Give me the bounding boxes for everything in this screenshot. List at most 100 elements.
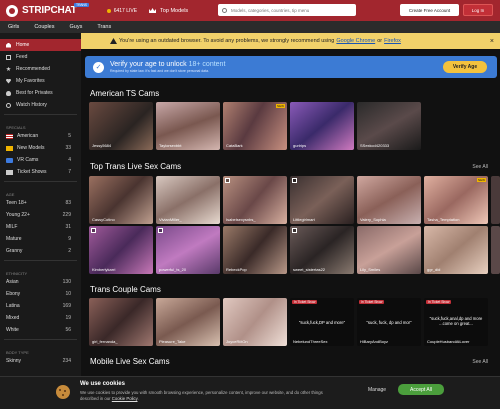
sidebar-item-new-models[interactable]: New Models 33 bbox=[0, 142, 81, 154]
cam-thumbnail[interactable]: Littlegirlmart bbox=[290, 176, 354, 224]
sidebar-item-best-privates[interactable]: Best for Privates bbox=[0, 87, 81, 99]
cam-thumbnail[interactable]: Jessy5684 bbox=[89, 102, 153, 150]
model-name: girl_fernanda_ bbox=[92, 339, 118, 344]
create-account-button[interactable]: Create Free Account bbox=[400, 4, 459, 16]
cam-thumbnail[interactable]: Valery_Sophia bbox=[357, 176, 421, 224]
ticket-show-card[interactable]: In Ticket Show "suck,fuck,DP and more" Neb… bbox=[290, 298, 354, 346]
sidebar-item-favorites[interactable]: My Favorites bbox=[0, 75, 81, 87]
cam-thumbnail[interactable]: Taylorsexbbt bbox=[156, 102, 220, 150]
category-trans[interactable]: Trans bbox=[97, 24, 111, 30]
login-button[interactable]: Log In bbox=[463, 4, 493, 16]
sidebar-item-skinny[interactable]: Skinny 234 bbox=[0, 355, 81, 367]
sidebar-item-asian[interactable]: Asian 130 bbox=[0, 276, 81, 288]
category-guys[interactable]: Guys bbox=[70, 24, 83, 30]
chrome-link[interactable]: Google Chrome bbox=[336, 38, 375, 44]
sidebar-item-label: Skinny bbox=[6, 358, 22, 364]
sidebar-item-count: 19 bbox=[65, 315, 71, 321]
cam-thumbnail[interactable]: RebeckPop bbox=[223, 226, 287, 274]
model-name: sweet_sistertas22 bbox=[293, 267, 326, 272]
sidebar-item-american[interactable]: American 5 bbox=[0, 130, 81, 142]
hd-icon bbox=[292, 178, 297, 183]
sidebar-item-mixed[interactable]: Mixed 19 bbox=[0, 312, 81, 324]
cam-thumbnail[interactable]: SSexkcd420333 bbox=[357, 102, 421, 150]
cam-thumbnail[interactable]: JoyceRiitOn bbox=[223, 298, 287, 346]
cookie-banner: We use cookies We use cookies to provide… bbox=[0, 376, 500, 409]
sidebar-item-label: Asian bbox=[6, 279, 19, 285]
cam-thumbnail[interactable]: VivianMiller_ bbox=[156, 176, 220, 224]
see-all-top-link[interactable]: See All bbox=[472, 164, 488, 170]
cam-thumbnail[interactable]: CassyCotino bbox=[89, 176, 153, 224]
sidebar-item-granny[interactable]: Granny 2 bbox=[0, 245, 81, 257]
sidebar-item-feed[interactable]: Feed bbox=[0, 51, 81, 63]
cam-thumbnail[interactable]: Lily_Smiles bbox=[357, 226, 421, 274]
firefox-link[interactable]: Firefox bbox=[384, 38, 401, 44]
cam-thumbnail[interactable]: NEW Tasha_Temptation bbox=[424, 176, 488, 224]
verify-title-highlight: 18+ content bbox=[188, 61, 226, 68]
new-badge: NEW bbox=[477, 178, 486, 182]
cookie-accept-button[interactable]: Accept All bbox=[398, 384, 444, 395]
see-all-mobile-link[interactable]: See All bbox=[472, 359, 488, 365]
category-girls[interactable]: Girls bbox=[8, 24, 19, 30]
close-icon[interactable]: × bbox=[490, 38, 494, 45]
sidebar-item-home[interactable]: Home bbox=[0, 39, 81, 51]
sidebar-item-vr-cams[interactable]: VR Cams 4 bbox=[0, 154, 81, 166]
sidebar-item-label: Teen 18+ bbox=[6, 200, 27, 206]
sidebar-item-mature[interactable]: Mature 9 bbox=[0, 233, 81, 245]
search-icon bbox=[222, 7, 227, 13]
model-name: CataBark bbox=[226, 143, 243, 148]
cam-thumbnail[interactable]: sweet_sistertas22 bbox=[290, 226, 354, 274]
model-name: Pleasure_Take bbox=[159, 339, 186, 344]
cookie-manage-button[interactable]: Manage bbox=[368, 387, 386, 393]
section-title-top: Top Trans Live Sex Cams bbox=[90, 162, 182, 171]
cam-thumbnail[interactable] bbox=[491, 226, 500, 274]
cam-thumbnail[interactable]: powerful_ts_20 bbox=[156, 226, 220, 274]
sidebar-item-ebony[interactable]: Ebony 10 bbox=[0, 288, 81, 300]
logo[interactable]: STRIPCHAT bbox=[6, 4, 77, 17]
sidebar-item-watch-history[interactable]: Watch History bbox=[0, 99, 81, 111]
sidebar-item-count: 10 bbox=[65, 291, 71, 297]
sidebar-heading-ethnicity: ETHNICITY bbox=[6, 271, 28, 276]
search-input[interactable] bbox=[231, 7, 351, 13]
sidebar: Home Feed Recommended My Favorites Best … bbox=[0, 33, 81, 409]
sidebar-item-label: Young 22+ bbox=[6, 212, 30, 218]
verify-title-text: Verify your age to unlock bbox=[110, 61, 187, 68]
cookie-icon bbox=[56, 385, 70, 399]
sidebar-divider bbox=[4, 260, 77, 261]
vr-icon bbox=[6, 157, 13, 163]
cam-thumbnail[interactable] bbox=[491, 176, 500, 224]
cam-thumbnail[interactable]: Pleasure_Take bbox=[156, 298, 220, 346]
cam-thumbnail[interactable]: gurlrips bbox=[290, 102, 354, 150]
sidebar-item-recommended[interactable]: Recommended bbox=[0, 63, 81, 75]
sidebar-item-young[interactable]: Young 22+ 229 bbox=[0, 209, 81, 221]
sidebar-item-teen[interactable]: Teen 18+ 83 bbox=[0, 197, 81, 209]
ticket-show-card[interactable]: In Ticket Show "suck,fuck,anal,dp and mor… bbox=[424, 298, 488, 346]
new-badge: NEW bbox=[276, 104, 285, 108]
cam-thumbnail[interactable]: girl_fernanda_ bbox=[89, 298, 153, 346]
sidebar-item-milf[interactable]: MILF 31 bbox=[0, 221, 81, 233]
ticket-show-card[interactable]: In Ticket Show "suck, fuck, dp and mor" Hi… bbox=[357, 298, 421, 346]
sidebar-item-label: My Favorites bbox=[16, 78, 45, 84]
sidebar-item-label: New Models bbox=[17, 145, 45, 151]
model-name: Littlegirlmart bbox=[293, 217, 315, 222]
ticket-show-badge: In Ticket Show bbox=[292, 300, 318, 304]
cookie-policy-link[interactable]: Cookie Policy bbox=[112, 396, 138, 401]
search-box[interactable] bbox=[218, 4, 356, 16]
cam-thumbnail[interactable]: ggr_did bbox=[424, 226, 488, 274]
verify-age-button[interactable]: Verify Age bbox=[443, 61, 487, 73]
us-flag-icon bbox=[6, 133, 13, 139]
cam-thumbnail[interactable]: NEW CataBark bbox=[223, 102, 287, 150]
sidebar-item-count: 31 bbox=[65, 224, 71, 230]
sidebar-item-latina[interactable]: Latina 169 bbox=[0, 300, 81, 312]
sidebar-item-label: MILF bbox=[6, 224, 18, 230]
history-icon bbox=[6, 102, 11, 108]
cam-thumbnail[interactable]: Kimberlykarri bbox=[89, 226, 153, 274]
sidebar-item-label: Mature bbox=[6, 236, 22, 242]
cam-thumbnail[interactable]: Isabelsexysnbs_ bbox=[223, 176, 287, 224]
sidebar-item-ticket-shows[interactable]: Ticket Shows 7 bbox=[0, 166, 81, 178]
top-models-link[interactable]: Top Models bbox=[149, 8, 188, 14]
logo-mark-icon bbox=[6, 4, 18, 17]
live-count[interactable]: 6417 LIVE bbox=[106, 8, 137, 14]
category-couples[interactable]: Couples bbox=[34, 24, 54, 30]
hd-icon bbox=[91, 228, 96, 233]
sidebar-item-white[interactable]: White 56 bbox=[0, 324, 81, 336]
